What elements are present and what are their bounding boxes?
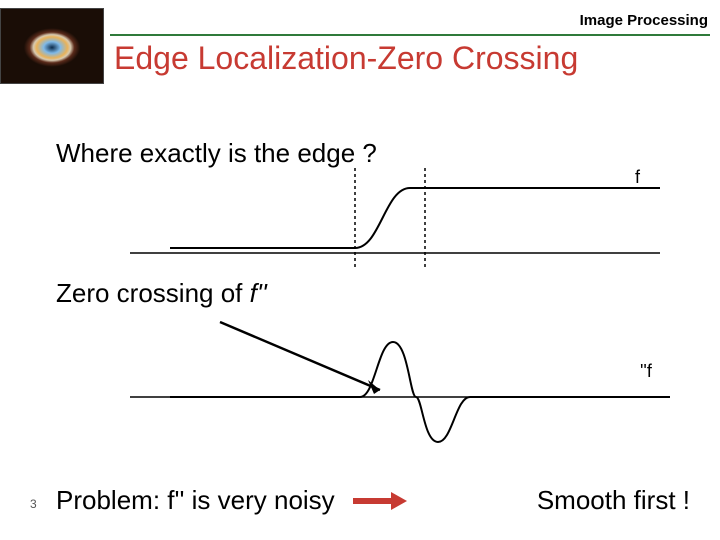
label-f: f xyxy=(635,168,641,187)
plot-f: f xyxy=(130,168,690,268)
slide-number: 3 xyxy=(30,497,37,511)
plot-fpp: ''f xyxy=(130,312,690,452)
smooth-text: Smooth first ! xyxy=(537,485,690,516)
header-label: Image Processing xyxy=(580,12,708,29)
logo-image xyxy=(0,8,104,84)
header-separator xyxy=(110,34,710,36)
zero-crossing-symbol: f'' xyxy=(250,278,267,308)
zero-crossing-prefix: Zero crossing of xyxy=(56,278,250,308)
bottom-row: Problem: f'' is very noisy xyxy=(56,485,407,516)
zero-crossing-text: Zero crossing of f'' xyxy=(56,278,267,309)
label-fpp: ''f xyxy=(640,361,653,381)
slide-title: Edge Localization-Zero Crossing xyxy=(114,40,578,77)
arrow-icon xyxy=(353,494,407,508)
problem-text: Problem: f'' is very noisy xyxy=(56,485,335,516)
question-text: Where exactly is the edge ? xyxy=(56,138,377,169)
